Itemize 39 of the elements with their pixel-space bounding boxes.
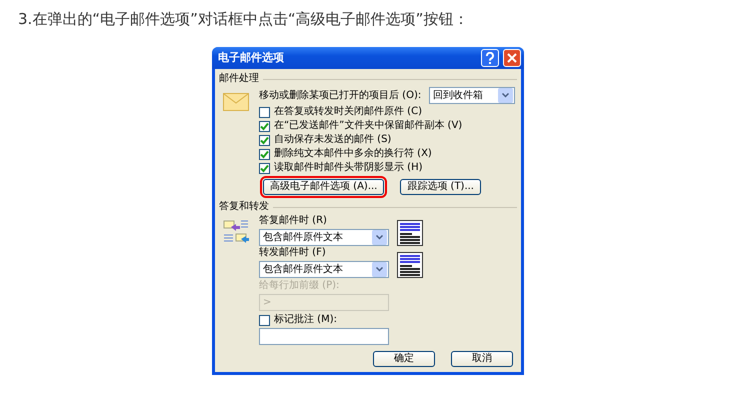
field-label: 答复邮件时 (R) (259, 215, 328, 227)
checkbox[interactable] (259, 148, 270, 160)
field-label: 转发邮件时 (F) (259, 247, 327, 259)
checkbox[interactable] (259, 106, 270, 118)
option-button[interactable]: 高级电子邮件选项 (A)... (263, 179, 384, 195)
group-heading: 答复和转发 (219, 201, 269, 213)
checkbox-label: 在“已发送邮件”文件夹中保留邮件副本 (V) (274, 120, 462, 132)
window-title: 电子邮件选项 (218, 51, 284, 65)
checkbox-label: 自动保存未发送的邮件 (S) (274, 134, 392, 146)
quote-preview-icon (397, 252, 423, 278)
checkbox-label: 标记批注 (M): (274, 314, 337, 326)
dropdown[interactable]: 回到收件箱 (429, 87, 515, 104)
dialog-button[interactable]: 取消 (451, 351, 513, 367)
quote-preview-icon (397, 220, 423, 246)
dialog-button[interactable]: 确定 (373, 351, 435, 367)
checkbox-label: 删除纯文本邮件中多余的换行符 (X) (274, 148, 432, 160)
checkbox-label: 在答复或转发时关闭邮件原件 (C) (274, 106, 422, 118)
option-button[interactable]: 跟踪选项 (T)... (400, 179, 481, 195)
dropdown-caret-icon (502, 93, 509, 98)
checkbox[interactable] (259, 134, 270, 146)
group-heading: 邮件处理 (219, 73, 259, 85)
comment-field[interactable] (259, 328, 389, 345)
field-label: 移动或删除某项已打开的项目后 (O): (259, 90, 422, 102)
checkbox[interactable] (259, 162, 270, 174)
checkbox[interactable] (259, 314, 270, 326)
dropdown[interactable]: 包含邮件原件文本 (259, 229, 389, 246)
field-label: 给每行加前缀 (P): (259, 280, 340, 292)
help-button[interactable] (481, 49, 499, 67)
dropdown-caret-icon (376, 267, 383, 272)
instruction-text: 3.在弹出的“电子邮件选项”对话框中点击“高级电子邮件选项”按钮： (17, 9, 470, 30)
close-icon (507, 53, 517, 63)
dropdown-caret-icon (376, 235, 383, 240)
reply-forward-icon (223, 219, 249, 245)
envelope-icon (223, 93, 249, 111)
dropdown[interactable]: 包含邮件原件文本 (259, 261, 389, 278)
checkbox-label: 读取邮件时邮件头带阴影显示 (H) (274, 162, 423, 174)
help-icon (485, 52, 495, 64)
checkbox[interactable] (259, 120, 270, 132)
close-button[interactable] (503, 49, 521, 67)
